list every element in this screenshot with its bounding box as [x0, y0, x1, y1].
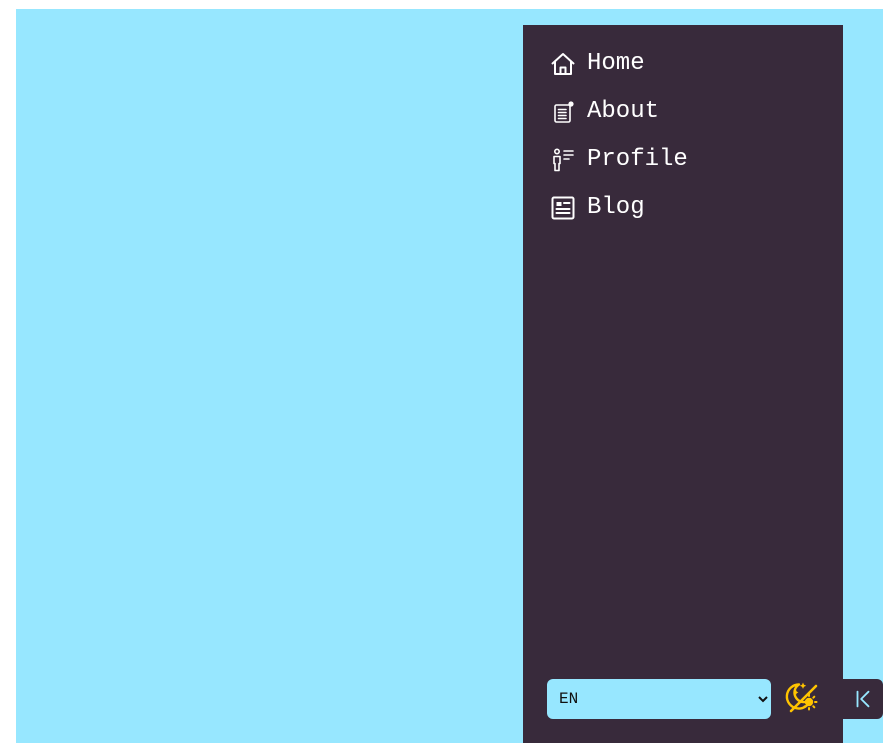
nav-item-home[interactable]: Home [523, 40, 843, 88]
language-select[interactable]: EN [547, 679, 771, 719]
home-icon [550, 51, 576, 77]
about-document-icon [550, 99, 576, 125]
sidebar: Home About Profile Blog [523, 25, 843, 743]
nav-item-label: Blog [587, 194, 645, 221]
nav-list: Home About Profile Blog [523, 40, 843, 232]
nav-item-blog[interactable]: Blog [523, 184, 843, 232]
nav-item-label: Profile [587, 146, 688, 173]
nav-item-profile[interactable]: Profile [523, 136, 843, 184]
collapse-sidebar-icon [856, 690, 870, 708]
nav-item-label: Home [587, 50, 645, 77]
collapse-sidebar-button[interactable] [843, 679, 883, 719]
profile-person-list-icon [550, 147, 576, 173]
theme-toggle-icon [785, 682, 818, 713]
blog-newspaper-icon [550, 195, 576, 221]
nav-item-about[interactable]: About [523, 88, 843, 136]
nav-item-label: About [587, 98, 660, 125]
theme-toggle-button[interactable] [785, 680, 821, 716]
